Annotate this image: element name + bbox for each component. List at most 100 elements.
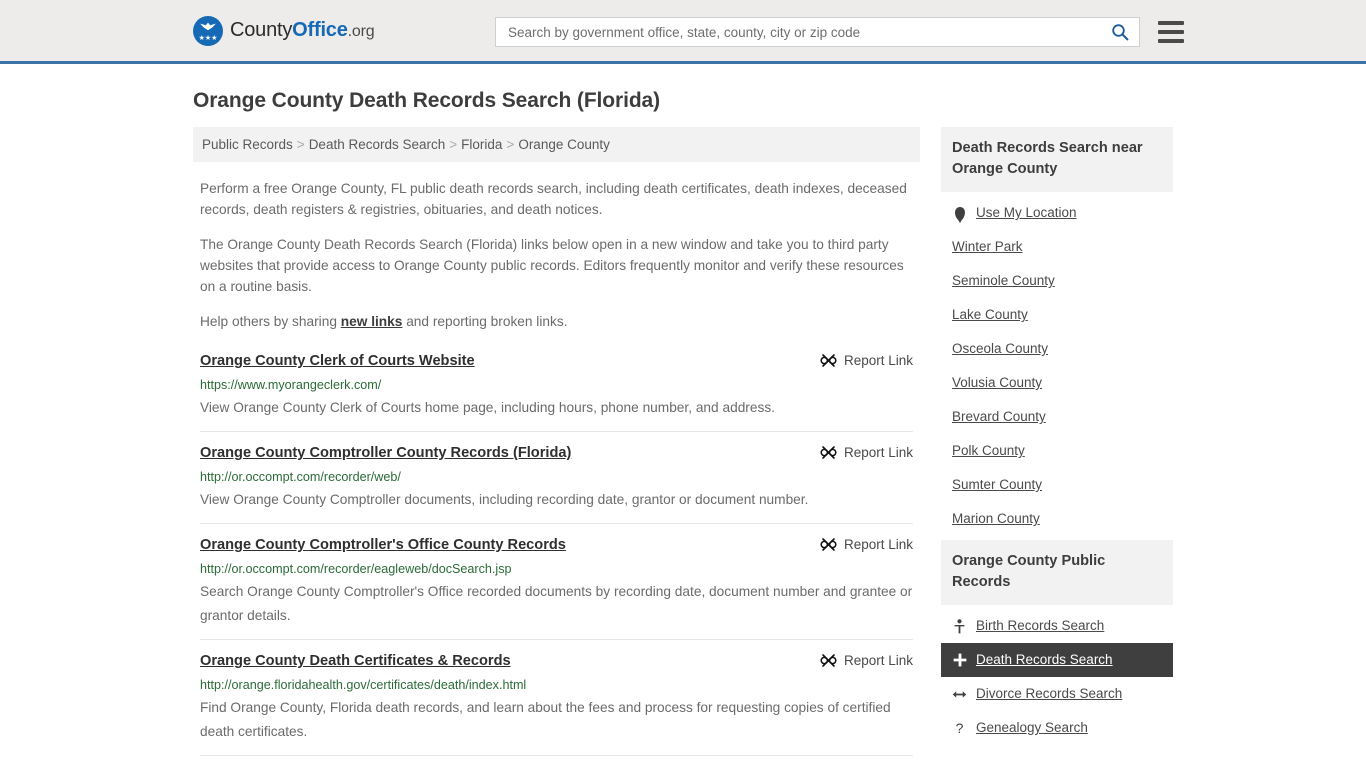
result-item: Orange County Clerk of Courts Website Re… bbox=[200, 346, 913, 431]
map-pin-icon bbox=[952, 206, 967, 220]
hamburger-bar bbox=[1158, 21, 1184, 25]
site-header: ★★★ CountyOffice.org bbox=[0, 0, 1366, 64]
sidebar-item-osceola-county[interactable]: Osceola County bbox=[941, 332, 1173, 366]
sidebar-item-lake-county[interactable]: Lake County bbox=[941, 298, 1173, 332]
sidebar-item-label: Seminole County bbox=[952, 273, 1055, 288]
stars-icon: ★★★ bbox=[198, 34, 218, 42]
result-header: Orange County Clerk of Courts Website Re… bbox=[200, 352, 913, 371]
sidebar: Death Records Search near Orange County … bbox=[941, 127, 1173, 749]
intro-p3-after: and reporting broken links. bbox=[402, 314, 568, 329]
result-title-link[interactable]: Orange County Death Certificates & Recor… bbox=[200, 652, 511, 671]
breadcrumb-separator: > bbox=[296, 137, 305, 152]
page-body: Orange County Death Records Search (Flor… bbox=[0, 64, 1366, 768]
report-link-button[interactable]: Report Link bbox=[820, 444, 913, 461]
broken-link-icon bbox=[820, 538, 837, 551]
intro-paragraph-3: Help others by sharing new links and rep… bbox=[200, 311, 913, 332]
result-title-link[interactable]: Orange County Clerk of Courts Website bbox=[200, 352, 475, 371]
result-url[interactable]: http://or.occompt.com/recorder/eagleweb/… bbox=[200, 561, 913, 577]
eagle-emblem-icon: ★★★ bbox=[193, 15, 223, 46]
sidebar-item-label: Use My Location bbox=[976, 205, 1077, 220]
sidebar-item-brevard-county[interactable]: Brevard County bbox=[941, 400, 1173, 434]
result-header: Orange County Comptroller County Records… bbox=[200, 444, 913, 463]
results-list: Orange County Clerk of Courts Website Re… bbox=[193, 346, 920, 768]
site-logo[interactable]: ★★★ CountyOffice.org bbox=[193, 15, 375, 46]
nearby-links-list: Use My Location Winter Park Seminole Cou… bbox=[941, 196, 1173, 536]
sidebar-item-label: Polk County bbox=[952, 443, 1025, 458]
result-item: Orange County Comptroller County Records… bbox=[200, 431, 913, 523]
result-header: Orange County Comptroller's Office Count… bbox=[200, 536, 913, 555]
breadcrumb-item-public-records[interactable]: Public Records bbox=[202, 137, 293, 152]
report-link-button[interactable]: Report Link bbox=[820, 352, 913, 369]
result-description: View Orange County Clerk of Courts home … bbox=[200, 400, 775, 415]
result-description: Search Orange County Comptroller's Offic… bbox=[200, 584, 913, 623]
hamburger-bar bbox=[1158, 30, 1184, 34]
result-url[interactable]: http://orange.floridahealth.gov/certific… bbox=[200, 677, 913, 693]
content-columns: Public Records > Death Records Search > Flor… bbox=[193, 127, 1173, 768]
breadcrumb-item-death-records-search[interactable]: Death Records Search bbox=[309, 137, 446, 152]
result-item: Orange County Death Certificates & Recor… bbox=[200, 639, 913, 755]
sidebar-item-death-records-search[interactable]: Death Records Search bbox=[941, 643, 1173, 677]
question-mark-icon: ? bbox=[955, 720, 964, 736]
sidebar-item-label: Sumter County bbox=[952, 477, 1043, 492]
sidebar-item-label: Lake County bbox=[952, 307, 1028, 322]
nearby-panel: Death Records Search near Orange County … bbox=[941, 127, 1173, 536]
result-url[interactable]: https://www.myorangeclerk.com/ bbox=[200, 377, 913, 393]
hamburger-bar bbox=[1158, 39, 1184, 43]
sidebar-item-use-my-location[interactable]: Use My Location bbox=[941, 196, 1173, 230]
search-input[interactable] bbox=[506, 23, 1109, 41]
logo-text-org: .org bbox=[347, 23, 375, 40]
result-item: Orange County Department of Health Vital… bbox=[200, 755, 913, 768]
sidebar-item-marion-county[interactable]: Marion County bbox=[941, 502, 1173, 536]
sidebar-item-label: Marion County bbox=[952, 511, 1040, 526]
sidebar-item-volusia-county[interactable]: Volusia County bbox=[941, 366, 1173, 400]
search-box[interactable] bbox=[495, 17, 1140, 47]
result-item: Orange County Comptroller's Office Count… bbox=[200, 523, 913, 639]
double-arrow-icon bbox=[952, 689, 967, 700]
sidebar-item-label: Osceola County bbox=[952, 341, 1049, 356]
search-icon[interactable] bbox=[1109, 21, 1131, 43]
page-title: Orange County Death Records Search (Flor… bbox=[193, 89, 661, 112]
hamburger-menu-icon[interactable] bbox=[1158, 21, 1184, 43]
result-url[interactable]: http://or.occompt.com/recorder/web/ bbox=[200, 469, 913, 485]
sidebar-item-seminole-county[interactable]: Seminole County bbox=[941, 264, 1173, 298]
report-link-label: Report Link bbox=[843, 537, 913, 552]
breadcrumb-item-florida[interactable]: Florida bbox=[461, 137, 502, 152]
logo-text: CountyOffice.org bbox=[230, 19, 375, 42]
intro-text: Perform a free Orange County, FL public … bbox=[193, 178, 920, 332]
sidebar-item-genealogy-search[interactable]: ? Genealogy Search bbox=[941, 711, 1173, 745]
breadcrumb: Public Records > Death Records Search > Flor… bbox=[193, 127, 920, 162]
report-link-button[interactable]: Report Link bbox=[820, 652, 913, 669]
sidebar-item-label: Winter Park bbox=[952, 239, 1023, 254]
new-links-link[interactable]: new links bbox=[341, 314, 403, 329]
breadcrumb-separator: > bbox=[449, 137, 458, 152]
result-description: View Orange County Comptroller documents… bbox=[200, 492, 809, 507]
report-link-label: Report Link bbox=[843, 653, 913, 668]
broken-link-icon bbox=[820, 354, 837, 367]
breadcrumb-item-orange-county[interactable]: Orange County bbox=[518, 137, 610, 152]
intro-paragraph-1: Perform a free Orange County, FL public … bbox=[200, 181, 907, 217]
logo-text-county: County bbox=[230, 19, 293, 41]
logo-text-office: Office bbox=[292, 19, 348, 41]
sidebar-item-winter-park[interactable]: Winter Park bbox=[941, 230, 1173, 264]
report-link-button[interactable]: Report Link bbox=[820, 536, 913, 553]
sidebar-item-sumter-county[interactable]: Sumter County bbox=[941, 468, 1173, 502]
broken-link-icon bbox=[820, 446, 837, 459]
sidebar-item-label: Death Records Search bbox=[976, 652, 1113, 667]
result-description: Find Orange County, Florida death record… bbox=[200, 700, 891, 739]
intro-paragraph-2: The Orange County Death Records Search (… bbox=[200, 237, 904, 294]
sidebar-item-label: Birth Records Search bbox=[976, 618, 1105, 633]
sidebar-item-label: Brevard County bbox=[952, 409, 1046, 424]
report-link-label: Report Link bbox=[843, 445, 913, 460]
sidebar-item-label: Volusia County bbox=[952, 375, 1043, 390]
result-header: Orange County Death Certificates & Recor… bbox=[200, 652, 913, 671]
sidebar-item-birth-records-search[interactable]: Birth Records Search bbox=[941, 609, 1173, 643]
result-title-link[interactable]: Orange County Comptroller County Records… bbox=[200, 444, 571, 463]
intro-p3-before: Help others by sharing bbox=[200, 314, 341, 329]
sidebar-item-polk-county[interactable]: Polk County bbox=[941, 434, 1173, 468]
public-records-panel-heading: Orange County Public Records bbox=[941, 540, 1173, 605]
sidebar-item-divorce-records-search[interactable]: Divorce Records Search bbox=[941, 677, 1173, 711]
public-records-links-list: Birth Records Search Death Records Searc… bbox=[941, 609, 1173, 745]
sidebar-item-label: Genealogy Search bbox=[976, 720, 1088, 735]
result-title-link[interactable]: Orange County Comptroller's Office Count… bbox=[200, 536, 566, 555]
public-records-panel: Orange County Public Records Birth Recor… bbox=[941, 540, 1173, 745]
